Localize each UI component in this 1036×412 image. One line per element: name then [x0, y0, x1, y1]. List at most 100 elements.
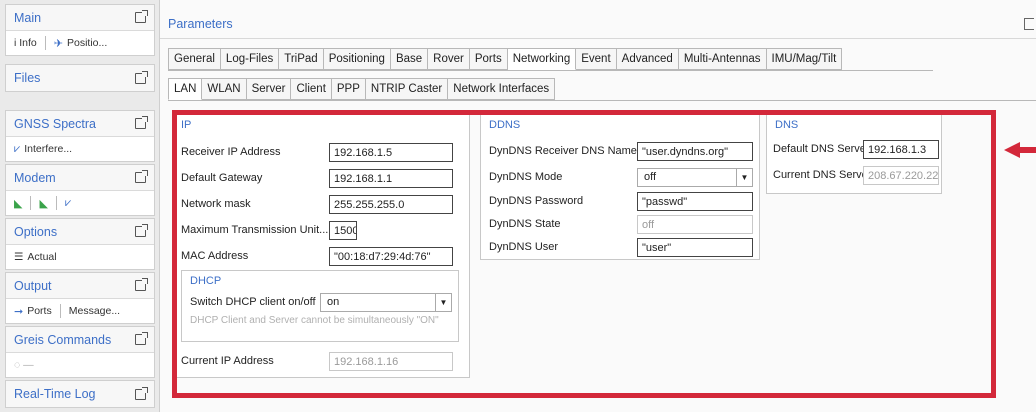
sidebar-rtlog-header[interactable]: Real-Time Log	[6, 381, 154, 407]
sidebar-ports-item[interactable]: Ports	[27, 305, 52, 317]
sidebar: Main i Info ✈ Positio... Files GNSS Spec…	[0, 0, 160, 412]
divider	[168, 70, 933, 71]
ddns-group: DDNS DynDNS Receiver DNS Name... "user.d…	[480, 114, 760, 260]
divider	[44, 36, 46, 50]
sidebar-main: Main i Info ✈ Positio...	[5, 4, 155, 56]
external-window-icon[interactable]	[135, 116, 148, 129]
sidebar-files: Files	[5, 64, 155, 92]
network-mask-field[interactable]: 255.255.255.0	[329, 194, 453, 214]
ddns-user-field[interactable]: "user"	[637, 237, 753, 257]
sidebar-files-title: Files	[14, 71, 41, 85]
ddns-user-label: DynDNS User	[489, 241, 559, 253]
external-window-icon[interactable]	[135, 170, 148, 183]
external-window-icon[interactable]	[135, 332, 148, 345]
chevron-down-icon[interactable]: ▼	[435, 293, 451, 311]
dhcp-group: DHCP Switch DHCP client on/off on ▼ DHCP…	[181, 270, 459, 342]
network-mask-label: Network mask	[181, 198, 251, 210]
tab-networking[interactable]: Networking	[507, 48, 577, 70]
default-gateway-field[interactable]: 192.168.1.1	[329, 168, 453, 188]
page-title: Parameters	[168, 17, 233, 31]
tab-rover[interactable]: Rover	[428, 48, 470, 70]
tab-tripad[interactable]: TriPad	[279, 48, 324, 70]
sidebar-greis-title: Greis Commands	[14, 332, 112, 347]
ddns-password-field[interactable]: "passwd"	[637, 191, 753, 211]
sidebar-interference-item[interactable]: Interfere...	[24, 143, 72, 155]
external-window-icon[interactable]	[135, 278, 148, 291]
receiver-ip-field[interactable]: 192.168.1.5	[329, 142, 453, 162]
sidebar-position-item[interactable]: Positio...	[67, 37, 107, 49]
chevron-down-icon[interactable]: ▼	[736, 168, 752, 186]
satellite-icon: ✈	[53, 37, 63, 50]
sidebar-modem: Modem ◣ ◣ ⩗	[5, 164, 155, 216]
sidebar-messages-item[interactable]: Message...	[69, 305, 120, 317]
sidebar-rtlog-title: Real-Time Log	[14, 387, 96, 401]
mac-address-field[interactable]: "00:18:d7:29:4d:76"	[329, 246, 453, 266]
tab-network-interfaces[interactable]: Network Interfaces	[448, 78, 556, 100]
external-window-icon[interactable]	[135, 10, 148, 23]
ddns-state-field: off	[637, 214, 753, 234]
arrow-right-icon: ➞	[14, 305, 24, 318]
window-icon[interactable]	[1024, 18, 1034, 30]
sidebar-options: Options ☰ Actual	[5, 218, 155, 270]
ddns-group-title: DDNS	[489, 119, 521, 131]
sidebar-greis: Greis Commands ◌ —	[5, 326, 155, 378]
sidebar-options-header[interactable]: Options	[6, 219, 154, 245]
sidebar-actual-item[interactable]: Actual	[27, 251, 56, 263]
default-dns-label: Default DNS Server	[773, 143, 863, 155]
sidebar-gnss-header[interactable]: GNSS Spectra	[6, 111, 154, 137]
ddns-mode-select[interactable]: off ▼	[637, 167, 753, 187]
sidebar-info-item[interactable]: i Info	[14, 37, 37, 49]
record-icon[interactable]: ◌ —	[14, 359, 34, 371]
mac-address-label: MAC Address	[181, 250, 249, 262]
sidebar-rtlog: Real-Time Log	[5, 380, 155, 408]
ddns-name-label: DynDNS Receiver DNS Name...	[489, 145, 637, 157]
tab-imu-mag-tilt[interactable]: IMU/Mag/Tilt	[766, 48, 843, 70]
tab-event[interactable]: Event	[576, 48, 617, 70]
mtu-field[interactable]: 1500	[329, 220, 357, 240]
divider	[168, 100, 1036, 101]
default-dns-field[interactable]: 192.168.1.3	[863, 139, 939, 159]
mtu-label: Maximum Transmission Unit...	[181, 224, 329, 236]
external-window-icon[interactable]	[135, 386, 148, 400]
tab-ppp[interactable]: PPP	[331, 78, 366, 100]
tab-ports[interactable]: Ports	[469, 48, 508, 70]
ip-group-title: IP	[181, 119, 192, 131]
dns-group-title: DNS	[775, 119, 799, 131]
dhcp-switch-value: on	[327, 296, 340, 308]
dhcp-switch-select[interactable]: on ▼	[320, 292, 452, 312]
divider	[59, 304, 61, 318]
ddns-name-field[interactable]: "user.dyndns.org"	[637, 141, 753, 161]
tab-log-files[interactable]: Log-Files	[220, 48, 280, 70]
signal-icon[interactable]: ◣	[14, 197, 22, 210]
external-window-icon[interactable]	[135, 224, 148, 237]
tab-lan[interactable]: LAN	[168, 78, 203, 100]
tab-general[interactable]: General	[168, 48, 221, 70]
divider	[160, 38, 1036, 39]
tab-server[interactable]: Server	[246, 78, 292, 100]
sidebar-modem-title: Modem	[14, 170, 56, 185]
current-dns-label: Current DNS Server	[773, 169, 863, 181]
tab-client[interactable]: Client	[291, 78, 332, 100]
tab-ntrip-caster[interactable]: NTRIP Caster	[365, 78, 449, 100]
tab-multi-antennas[interactable]: Multi-Antennas	[678, 48, 767, 70]
dhcp-note: DHCP Client and Server cannot be simulta…	[190, 315, 439, 326]
default-gateway-label: Default Gateway	[181, 172, 263, 184]
external-window-icon[interactable]	[135, 70, 148, 84]
current-ip-field: 192.168.1.16	[329, 351, 453, 371]
divider	[55, 196, 57, 210]
sidebar-main-header[interactable]: Main	[6, 5, 154, 31]
sidebar-greis-header[interactable]: Greis Commands	[6, 327, 154, 353]
sidebar-modem-header[interactable]: Modem	[6, 165, 154, 191]
tab-base[interactable]: Base	[390, 48, 429, 70]
receiver-ip-label: Receiver IP Address	[181, 146, 281, 158]
tab-advanced[interactable]: Advanced	[616, 48, 679, 70]
main-panel: Parameters General Log-Files TriPad Posi…	[160, 0, 1036, 412]
ddns-state-label: DynDNS State	[489, 218, 561, 230]
sidebar-files-header[interactable]: Files	[6, 65, 154, 91]
signal-icon[interactable]: ◣	[39, 197, 47, 210]
sidebar-output-header[interactable]: Output	[6, 273, 154, 299]
chart-icon[interactable]: ⩗	[65, 197, 71, 210]
sub-tabs: LAN WLAN Server Client PPP NTRIP Caster …	[168, 78, 556, 100]
tab-positioning[interactable]: Positioning	[323, 48, 391, 70]
tab-wlan[interactable]: WLAN	[202, 78, 247, 100]
